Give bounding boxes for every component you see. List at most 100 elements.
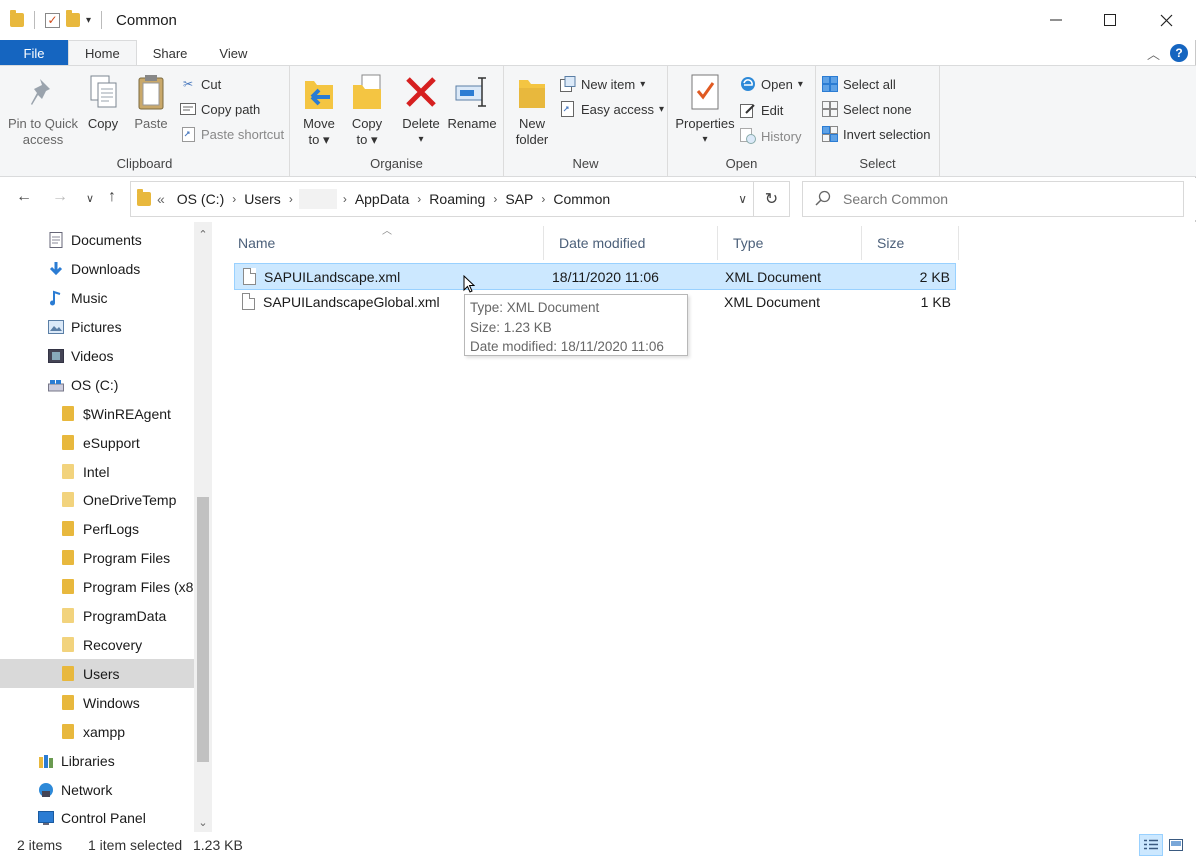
nav-item-network[interactable]: Network	[0, 775, 194, 804]
move-to-button[interactable]: Move to ▾	[300, 72, 338, 148]
nav-item-label: Windows	[83, 694, 140, 711]
customize-qat-dropdown-icon[interactable]: ▾	[86, 15, 91, 26]
tab-share[interactable]: Share	[137, 40, 204, 66]
help-icon[interactable]: ?	[1170, 44, 1188, 62]
nav-item-label: Program Files (x8	[83, 578, 194, 595]
breadcrumb-roaming[interactable]: Roaming	[423, 191, 491, 207]
nav-item-programdata[interactable]: ProgramData	[0, 601, 194, 630]
redacted-username[interactable]	[298, 189, 337, 209]
new-folder-button[interactable]: New folder	[512, 72, 552, 148]
recent-locations-dropdown[interactable]: ∨	[86, 192, 94, 205]
chevron-right-icon[interactable]: ›	[341, 192, 349, 206]
easy-access-button[interactable]: Easy access ▾	[560, 99, 664, 119]
new-item-button[interactable]: New item ▾	[560, 74, 645, 94]
folder-icon	[60, 695, 76, 711]
breadcrumb-appdata[interactable]: AppData	[349, 191, 415, 207]
copy-path-button[interactable]: Copy path	[180, 99, 260, 119]
nav-item-onedrivetemp[interactable]: OneDriveTemp	[0, 485, 194, 514]
copy-to-button[interactable]: Copy to ▾	[348, 72, 386, 148]
invert-selection-button[interactable]: Invert selection	[822, 124, 930, 144]
chevron-right-icon[interactable]: ›	[415, 192, 423, 206]
copy-button[interactable]: Copy	[82, 72, 124, 132]
breadcrumb-users[interactable]: Users	[238, 191, 287, 207]
nav-item-videos[interactable]: Videos	[0, 341, 194, 370]
nav-item-users[interactable]: Users	[0, 659, 194, 688]
tab-file[interactable]: File	[0, 40, 68, 66]
forward-button[interactable]: →	[52, 188, 68, 206]
pin-to-quick-access-button[interactable]: Pin to Quick access	[6, 72, 80, 148]
nav-item-label: Program Files	[83, 549, 171, 566]
nav-item-downloads[interactable]: Downloads	[0, 254, 194, 283]
scrollbar-thumb[interactable]	[197, 497, 209, 762]
column-header-date-modified[interactable]: Date modified	[545, 226, 718, 260]
chevron-right-icon[interactable]: ›	[491, 192, 499, 206]
cut-label: Cut	[201, 76, 222, 92]
scroll-up-arrow-icon[interactable]: ⌃	[194, 224, 212, 244]
nav-item-libraries[interactable]: Libraries	[0, 746, 194, 775]
close-button[interactable]	[1138, 0, 1194, 40]
nav-item-pictures[interactable]: Pictures	[0, 312, 194, 341]
address-dropdown-icon[interactable]: ∨	[738, 192, 747, 206]
file-row[interactable]: SAPUILandscape.xml 18/11/2020 11:06 XML Do…	[234, 263, 956, 290]
minimize-button[interactable]	[1028, 0, 1084, 40]
tab-view[interactable]: View	[203, 40, 263, 66]
address-bar[interactable]: « OS (C:) › Users › › AppData › Roaming …	[130, 181, 790, 217]
paste-button[interactable]: Paste	[128, 72, 174, 132]
breadcrumb-overflow[interactable]: «	[151, 191, 171, 207]
details-view-button[interactable]	[1139, 834, 1163, 856]
edit-button[interactable]: Edit	[740, 100, 783, 120]
select-none-button[interactable]: Select none	[822, 99, 912, 119]
large-icons-view-button[interactable]	[1164, 834, 1188, 856]
chevron-right-icon[interactable]: ›	[230, 192, 238, 206]
open-group: Properties ▾ Open ▾ Edit History Open	[668, 66, 816, 176]
up-button[interactable]: ↑	[108, 188, 116, 206]
breadcrumb-os-c[interactable]: OS (C:)	[171, 191, 230, 207]
breadcrumb-sap[interactable]: SAP	[499, 191, 539, 207]
nav-item-windows[interactable]: Windows	[0, 688, 194, 717]
collapse-ribbon-icon[interactable]: ︿	[1147, 44, 1160, 63]
properties-button[interactable]: Properties ▾	[674, 72, 736, 148]
select-all-button[interactable]: Select all	[822, 74, 896, 94]
nav-item-winreagent[interactable]: $WinREAgent	[0, 399, 194, 428]
nav-item-intel[interactable]: Intel	[0, 457, 194, 486]
column-header-size[interactable]: Size	[863, 226, 959, 260]
navigation-pane: Documents Downloads Music Pictures Videos OS …	[0, 222, 212, 832]
breadcrumb-common[interactable]: Common	[547, 191, 616, 207]
paste-shortcut-button[interactable]: Paste shortcut	[180, 124, 284, 144]
open-button[interactable]: Open ▾	[740, 74, 803, 94]
scroll-down-arrow-icon[interactable]: ⌄	[194, 812, 212, 832]
column-header-name[interactable]: Name	[224, 226, 544, 260]
column-header-type[interactable]: Type	[719, 226, 862, 260]
nav-item-control-panel[interactable]: Control Panel	[0, 803, 194, 832]
nav-item-recovery[interactable]: Recovery	[0, 630, 194, 659]
nav-item-program-files-x8[interactable]: Program Files (x8	[0, 572, 194, 601]
chevron-right-icon[interactable]: ›	[287, 192, 295, 206]
nav-scrollbar[interactable]: ⌃ ⌄	[194, 222, 212, 832]
move-to-icon	[301, 72, 337, 112]
nav-item-documents[interactable]: Documents	[0, 225, 194, 254]
select-none-icon	[822, 101, 838, 117]
refresh-button[interactable]: ↻	[753, 181, 789, 217]
nav-item-os-c[interactable]: OS (C:)	[0, 370, 194, 399]
delete-button[interactable]: Delete ▾	[400, 72, 442, 148]
search-input[interactable]: Search Common	[802, 181, 1184, 217]
tooltip-type: Type: XML Document	[470, 300, 600, 315]
history-button[interactable]: History	[740, 126, 801, 146]
cut-button[interactable]: ✂ Cut	[180, 74, 221, 94]
nav-item-program-files[interactable]: Program Files	[0, 543, 194, 572]
back-button[interactable]: ←	[16, 188, 32, 206]
rename-button[interactable]: Rename	[447, 72, 497, 132]
nav-item-esupport[interactable]: eSupport	[0, 428, 194, 457]
easy-access-label: Easy access	[581, 101, 654, 117]
music-icon	[48, 290, 64, 306]
move-to-label-line1: Move	[303, 116, 335, 131]
chevron-right-icon[interactable]: ›	[539, 192, 547, 206]
nav-item-music[interactable]: Music	[0, 283, 194, 312]
tab-home[interactable]: Home	[68, 40, 137, 66]
new-folder-qat-icon[interactable]	[66, 10, 80, 27]
nav-item-xampp[interactable]: xampp	[0, 717, 194, 746]
nav-item-perflogs[interactable]: PerfLogs	[0, 514, 194, 543]
nav-item-label: OneDriveTemp	[83, 491, 177, 508]
maximize-button[interactable]	[1082, 0, 1138, 40]
properties-qat-icon[interactable]: ✓	[45, 12, 60, 28]
